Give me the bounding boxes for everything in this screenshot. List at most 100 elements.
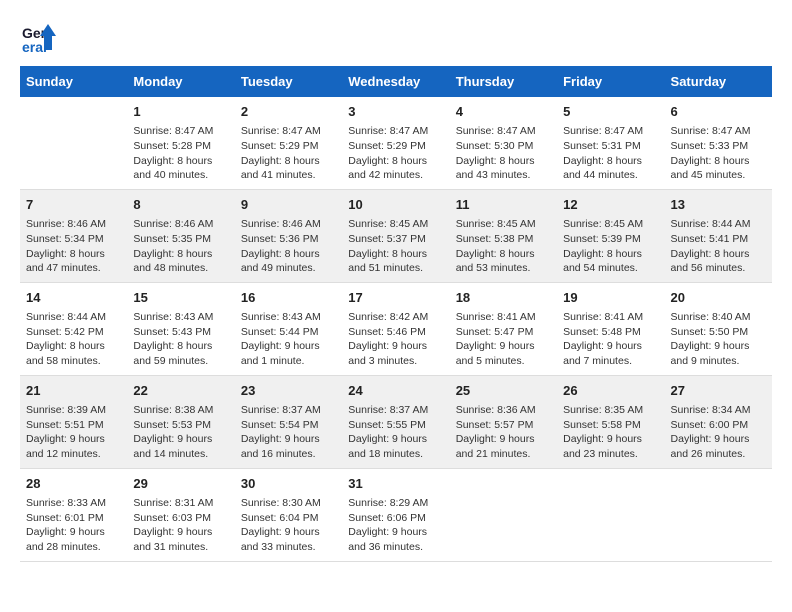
day-cell: 25 Sunrise: 8:36 AM Sunset: 5:57 PM Dayl…	[450, 375, 557, 468]
day-number: 6	[671, 103, 766, 121]
day-number: 7	[26, 196, 121, 214]
day-daylight: Daylight: 8 hours and 47 minutes.	[26, 247, 121, 276]
day-cell: 30 Sunrise: 8:30 AM Sunset: 6:04 PM Dayl…	[235, 468, 342, 561]
day-number: 20	[671, 289, 766, 307]
day-sunset: Sunset: 5:36 PM	[241, 232, 336, 247]
day-sunset: Sunset: 5:34 PM	[26, 232, 121, 247]
day-number: 31	[348, 475, 443, 493]
day-cell: 5 Sunrise: 8:47 AM Sunset: 5:31 PM Dayli…	[557, 97, 664, 189]
day-cell: 3 Sunrise: 8:47 AM Sunset: 5:29 PM Dayli…	[342, 97, 449, 189]
day-sunrise: Sunrise: 8:44 AM	[26, 310, 121, 325]
day-number: 10	[348, 196, 443, 214]
day-sunrise: Sunrise: 8:45 AM	[563, 217, 658, 232]
day-sunrise: Sunrise: 8:35 AM	[563, 403, 658, 418]
day-cell: 20 Sunrise: 8:40 AM Sunset: 5:50 PM Dayl…	[665, 282, 772, 375]
day-sunrise: Sunrise: 8:47 AM	[671, 124, 766, 139]
day-number: 21	[26, 382, 121, 400]
day-sunrise: Sunrise: 8:47 AM	[241, 124, 336, 139]
day-sunrise: Sunrise: 8:43 AM	[133, 310, 228, 325]
day-sunrise: Sunrise: 8:36 AM	[456, 403, 551, 418]
day-sunrise: Sunrise: 8:42 AM	[348, 310, 443, 325]
day-number: 5	[563, 103, 658, 121]
day-sunset: Sunset: 5:35 PM	[133, 232, 228, 247]
week-row-5: 28 Sunrise: 8:33 AM Sunset: 6:01 PM Dayl…	[20, 468, 772, 561]
day-sunset: Sunset: 5:51 PM	[26, 418, 121, 433]
day-sunset: Sunset: 5:48 PM	[563, 325, 658, 340]
day-cell: 24 Sunrise: 8:37 AM Sunset: 5:55 PM Dayl…	[342, 375, 449, 468]
day-sunrise: Sunrise: 8:31 AM	[133, 496, 228, 511]
day-daylight: Daylight: 8 hours and 56 minutes.	[671, 247, 766, 276]
day-sunrise: Sunrise: 8:46 AM	[133, 217, 228, 232]
day-sunset: Sunset: 5:54 PM	[241, 418, 336, 433]
day-cell	[20, 97, 127, 189]
day-number: 14	[26, 289, 121, 307]
day-number: 15	[133, 289, 228, 307]
day-sunset: Sunset: 5:47 PM	[456, 325, 551, 340]
day-sunrise: Sunrise: 8:44 AM	[671, 217, 766, 232]
day-daylight: Daylight: 8 hours and 58 minutes.	[26, 339, 121, 368]
day-sunset: Sunset: 5:30 PM	[456, 139, 551, 154]
day-daylight: Daylight: 9 hours and 14 minutes.	[133, 432, 228, 461]
week-row-4: 21 Sunrise: 8:39 AM Sunset: 5:51 PM Dayl…	[20, 375, 772, 468]
day-number: 16	[241, 289, 336, 307]
day-sunrise: Sunrise: 8:45 AM	[348, 217, 443, 232]
day-sunrise: Sunrise: 8:40 AM	[671, 310, 766, 325]
week-row-3: 14 Sunrise: 8:44 AM Sunset: 5:42 PM Dayl…	[20, 282, 772, 375]
day-sunset: Sunset: 5:50 PM	[671, 325, 766, 340]
day-cell: 26 Sunrise: 8:35 AM Sunset: 5:58 PM Dayl…	[557, 375, 664, 468]
day-sunset: Sunset: 5:42 PM	[26, 325, 121, 340]
day-daylight: Daylight: 9 hours and 36 minutes.	[348, 525, 443, 554]
day-daylight: Daylight: 8 hours and 59 minutes.	[133, 339, 228, 368]
day-cell: 8 Sunrise: 8:46 AM Sunset: 5:35 PM Dayli…	[127, 189, 234, 282]
day-cell: 19 Sunrise: 8:41 AM Sunset: 5:48 PM Dayl…	[557, 282, 664, 375]
day-number: 19	[563, 289, 658, 307]
day-cell: 31 Sunrise: 8:29 AM Sunset: 6:06 PM Dayl…	[342, 468, 449, 561]
day-cell: 14 Sunrise: 8:44 AM Sunset: 5:42 PM Dayl…	[20, 282, 127, 375]
day-cell	[665, 468, 772, 561]
day-number: 29	[133, 475, 228, 493]
day-daylight: Daylight: 9 hours and 31 minutes.	[133, 525, 228, 554]
day-sunset: Sunset: 5:33 PM	[671, 139, 766, 154]
day-sunrise: Sunrise: 8:30 AM	[241, 496, 336, 511]
day-daylight: Daylight: 9 hours and 33 minutes.	[241, 525, 336, 554]
day-sunset: Sunset: 5:29 PM	[241, 139, 336, 154]
day-daylight: Daylight: 8 hours and 43 minutes.	[456, 154, 551, 183]
day-daylight: Daylight: 9 hours and 21 minutes.	[456, 432, 551, 461]
day-sunset: Sunset: 5:44 PM	[241, 325, 336, 340]
day-sunset: Sunset: 6:00 PM	[671, 418, 766, 433]
day-number: 24	[348, 382, 443, 400]
week-row-1: 1 Sunrise: 8:47 AM Sunset: 5:28 PM Dayli…	[20, 97, 772, 189]
calendar-table: SundayMondayTuesdayWednesdayThursdayFrid…	[20, 66, 772, 562]
day-sunrise: Sunrise: 8:43 AM	[241, 310, 336, 325]
day-cell: 27 Sunrise: 8:34 AM Sunset: 6:00 PM Dayl…	[665, 375, 772, 468]
day-sunrise: Sunrise: 8:46 AM	[26, 217, 121, 232]
day-sunset: Sunset: 5:41 PM	[671, 232, 766, 247]
calendar-header-row: SundayMondayTuesdayWednesdayThursdayFrid…	[20, 66, 772, 97]
day-sunset: Sunset: 6:03 PM	[133, 511, 228, 526]
day-sunset: Sunset: 5:43 PM	[133, 325, 228, 340]
day-sunrise: Sunrise: 8:47 AM	[133, 124, 228, 139]
day-sunset: Sunset: 6:06 PM	[348, 511, 443, 526]
day-sunrise: Sunrise: 8:38 AM	[133, 403, 228, 418]
day-cell: 11 Sunrise: 8:45 AM Sunset: 5:38 PM Dayl…	[450, 189, 557, 282]
day-number: 12	[563, 196, 658, 214]
day-daylight: Daylight: 8 hours and 49 minutes.	[241, 247, 336, 276]
svg-text:eral: eral	[22, 39, 47, 55]
day-sunset: Sunset: 5:31 PM	[563, 139, 658, 154]
logo: Gen eral	[20, 20, 60, 56]
day-sunrise: Sunrise: 8:37 AM	[241, 403, 336, 418]
day-sunrise: Sunrise: 8:29 AM	[348, 496, 443, 511]
day-sunset: Sunset: 5:58 PM	[563, 418, 658, 433]
day-daylight: Daylight: 8 hours and 54 minutes.	[563, 247, 658, 276]
day-sunrise: Sunrise: 8:45 AM	[456, 217, 551, 232]
day-cell: 17 Sunrise: 8:42 AM Sunset: 5:46 PM Dayl…	[342, 282, 449, 375]
day-sunrise: Sunrise: 8:34 AM	[671, 403, 766, 418]
day-cell: 13 Sunrise: 8:44 AM Sunset: 5:41 PM Dayl…	[665, 189, 772, 282]
day-sunrise: Sunrise: 8:39 AM	[26, 403, 121, 418]
day-sunset: Sunset: 5:57 PM	[456, 418, 551, 433]
day-number: 17	[348, 289, 443, 307]
day-number: 11	[456, 196, 551, 214]
day-sunrise: Sunrise: 8:47 AM	[563, 124, 658, 139]
day-cell: 15 Sunrise: 8:43 AM Sunset: 5:43 PM Dayl…	[127, 282, 234, 375]
header-sunday: Sunday	[20, 66, 127, 97]
